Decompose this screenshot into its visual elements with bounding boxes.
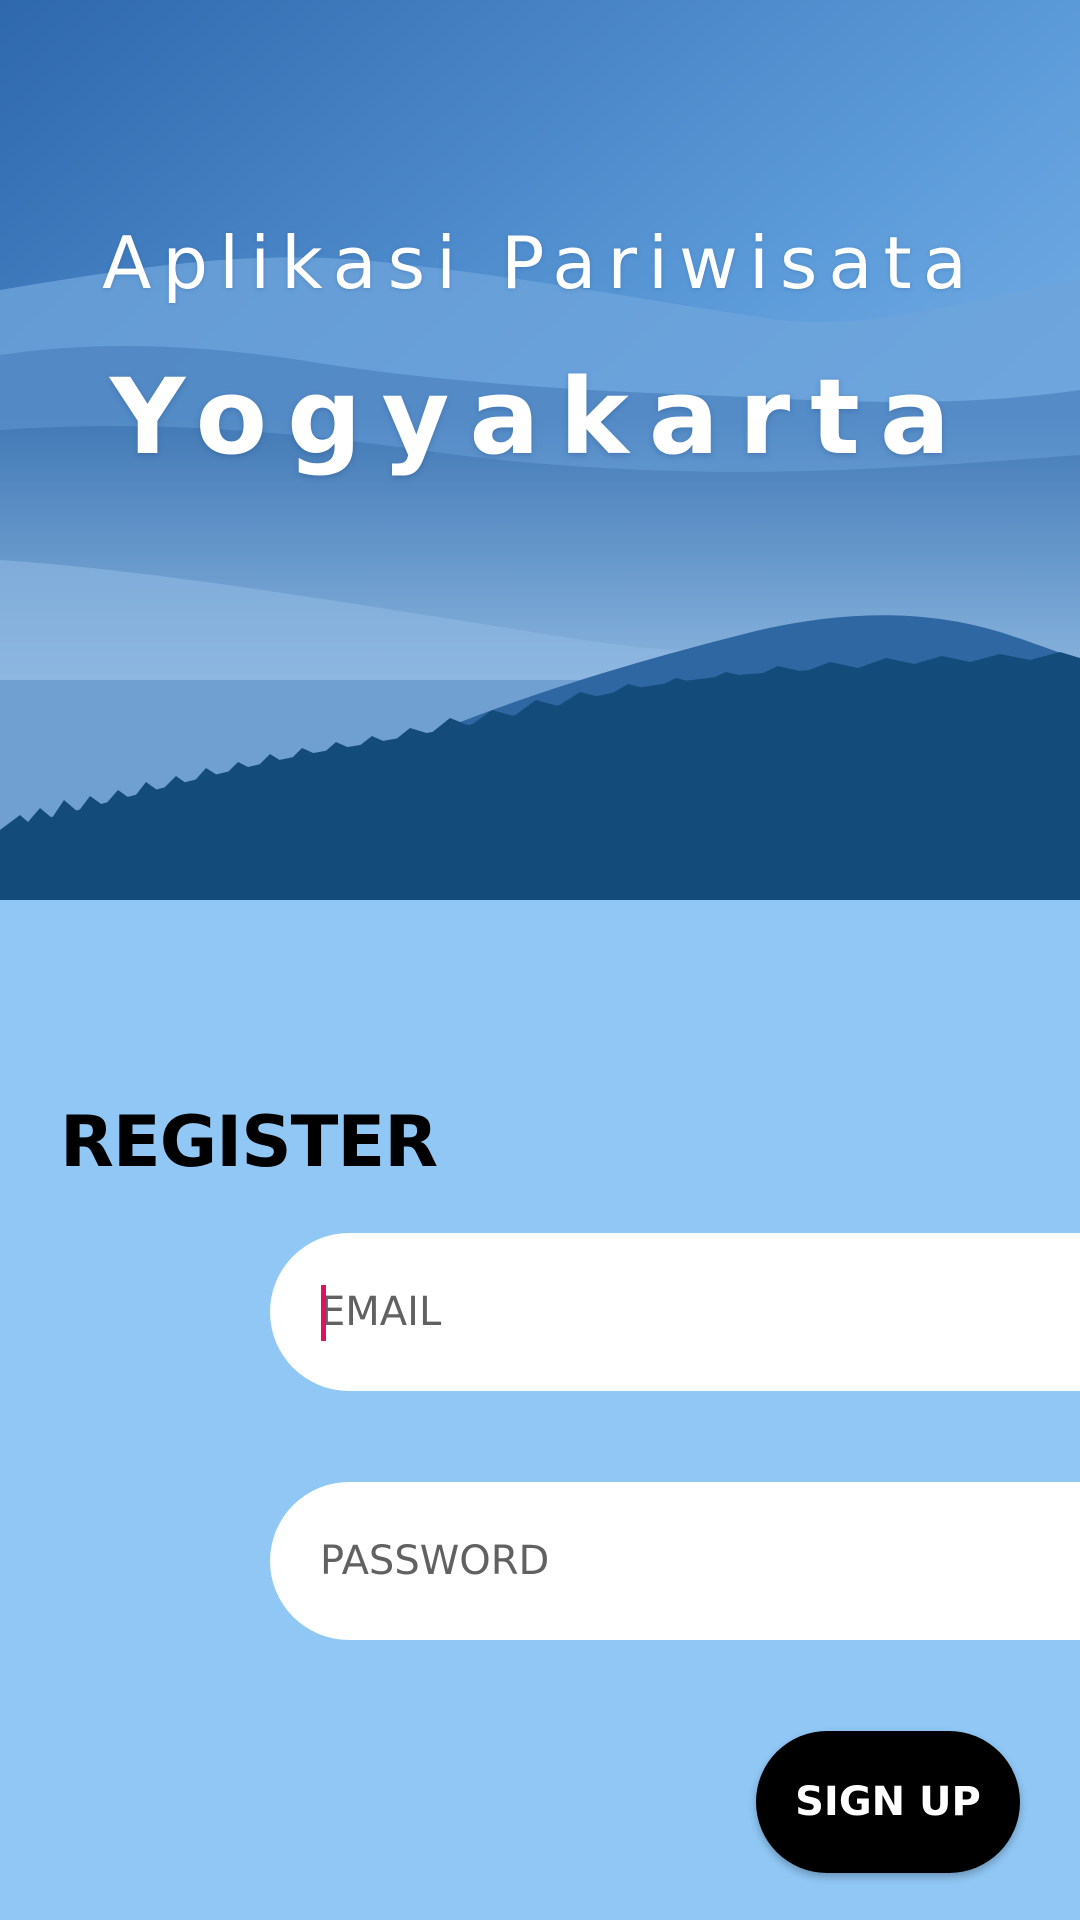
email-input[interactable] bbox=[320, 1233, 1080, 1391]
password-input[interactable] bbox=[320, 1482, 1080, 1640]
app-subtitle: Aplikasi Pariwisata bbox=[102, 221, 978, 305]
text-cursor bbox=[321, 1285, 326, 1341]
email-field-container[interactable] bbox=[270, 1233, 1080, 1391]
hero-banner: Aplikasi Pariwisata Yogyakarta bbox=[0, 0, 1080, 900]
sign-up-button[interactable]: SIGN UP bbox=[756, 1731, 1020, 1873]
register-heading: REGISTER bbox=[60, 1101, 438, 1183]
register-screen: Aplikasi Pariwisata Yogyakarta REGISTER … bbox=[0, 0, 1080, 1920]
app-title: Yogyakarta bbox=[109, 356, 971, 478]
password-field-container[interactable] bbox=[270, 1482, 1080, 1640]
